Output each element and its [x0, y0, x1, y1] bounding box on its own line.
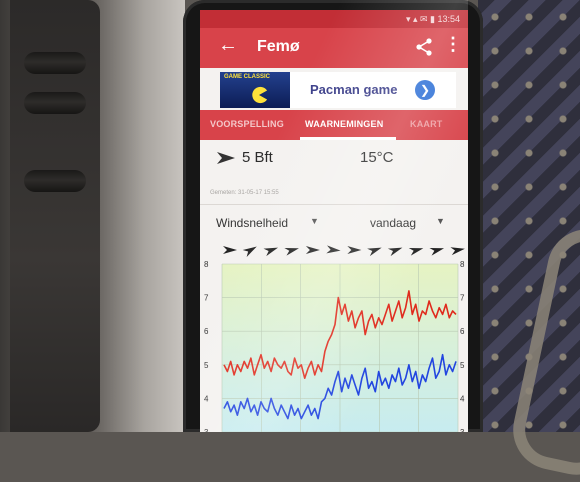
location-title: Femø — [257, 38, 300, 55]
left-tick-label: 5 — [204, 361, 209, 370]
pacman-icon — [252, 86, 268, 104]
parameter-dropdown[interactable]: Windsnelheid — [216, 216, 288, 230]
arrow-shape — [326, 245, 341, 254]
divider — [200, 204, 468, 205]
arrow-shape — [429, 247, 445, 256]
ad-image: GAME CLASSIC — [220, 72, 290, 108]
arrow-shape — [387, 247, 403, 257]
current-observation: 5 Bft 15°C — [200, 141, 468, 181]
tab-voorspelling[interactable]: VOORSPELLING — [210, 119, 284, 129]
tab-bar: VOORSPELLING WAARNEMINGEN KAART — [200, 110, 468, 140]
wind-direction-arrow — [326, 245, 341, 254]
arrow-shape — [408, 247, 424, 256]
wind-direction-arrow — [347, 246, 362, 254]
active-tab-indicator — [300, 137, 396, 140]
measured-timestamp: Gemeten: 31-05-17 15:55 — [210, 190, 279, 196]
wind-direction-arrow — [367, 247, 382, 257]
ad-text: Pacman game — [310, 82, 398, 97]
tab-kaart[interactable]: KAART — [410, 119, 443, 129]
wind-direction-arrow — [305, 246, 320, 254]
right-axis: 8 7 6 5 4 3 — [460, 260, 465, 432]
caret-down-icon[interactable]: ▼ — [310, 216, 319, 226]
arrow-shape — [347, 246, 362, 254]
tab-waarnemingen[interactable]: WAARNEMINGEN — [305, 119, 383, 129]
left-tick-label: 3 — [204, 428, 209, 432]
arrow-shape — [242, 246, 257, 257]
temperature-value: 15°C — [360, 149, 394, 166]
right-tick-label: 7 — [460, 294, 465, 303]
left-tick-label: 6 — [204, 327, 209, 336]
right-tick-label: 4 — [460, 394, 465, 403]
more-vertical-icon[interactable]: ⋮ — [444, 34, 462, 55]
right-tick-label: 6 — [460, 327, 465, 336]
arrow-shape — [223, 246, 237, 254]
wind-direction-arrow — [429, 247, 445, 256]
case-strap — [24, 52, 86, 74]
wind-direction-arrow — [450, 247, 465, 256]
arrow-shape — [263, 247, 279, 257]
wind-direction-arrow — [223, 246, 237, 254]
wind-direction-icon — [217, 152, 235, 164]
left-axis: 8 7 6 5 4 3 — [204, 260, 209, 432]
share-icon[interactable] — [414, 37, 434, 57]
ad-banner[interactable]: GAME CLASSIC Pacman game ❯ — [220, 72, 456, 108]
wind-direction-arrow — [387, 247, 403, 257]
chevron-right-icon[interactable]: ❯ — [415, 80, 435, 100]
wind-speed-chart: 8 7 6 5 4 3 8 7 6 5 4 3 — [204, 245, 465, 432]
app-toolbar: ← Femø ⋮ — [200, 28, 468, 68]
right-tick-label: 3 — [460, 428, 465, 432]
wind-value: 5 Bft — [242, 149, 273, 166]
right-tick-label: 8 — [460, 260, 465, 269]
wind-direction-arrow — [408, 247, 424, 256]
ad-image-label: GAME CLASSIC — [224, 74, 271, 80]
status-icons: ▾ ▴ ✉ ▮ 13:54 — [405, 14, 460, 24]
caret-down-icon[interactable]: ▼ — [436, 216, 445, 226]
case-strap — [24, 92, 86, 114]
left-tick-label: 4 — [204, 394, 209, 403]
left-tick-label: 8 — [204, 260, 209, 269]
period-dropdown[interactable]: vandaag — [370, 216, 416, 230]
wind-direction-arrow — [284, 247, 299, 256]
right-tick-label: 5 — [460, 361, 465, 370]
arrow-shape — [450, 247, 465, 256]
arrow-shape — [367, 247, 382, 257]
direction-arrows — [223, 245, 465, 257]
case-strap — [24, 170, 86, 192]
left-tick-label: 7 — [204, 294, 209, 303]
wind-direction-arrow — [242, 246, 257, 257]
arrow-shape — [305, 246, 320, 254]
wind-direction-arrow — [263, 247, 279, 257]
status-bar: ▾ ▴ ✉ ▮ 13:54 — [200, 10, 468, 28]
phone-screen: ▾ ▴ ✉ ▮ 13:54 ← Femø ⋮ GAME CLASSIC Pacm… — [200, 10, 468, 432]
arrow-shape — [284, 247, 299, 256]
arrow-left-icon[interactable]: ← — [218, 34, 238, 57]
phone-case-left — [10, 0, 100, 432]
